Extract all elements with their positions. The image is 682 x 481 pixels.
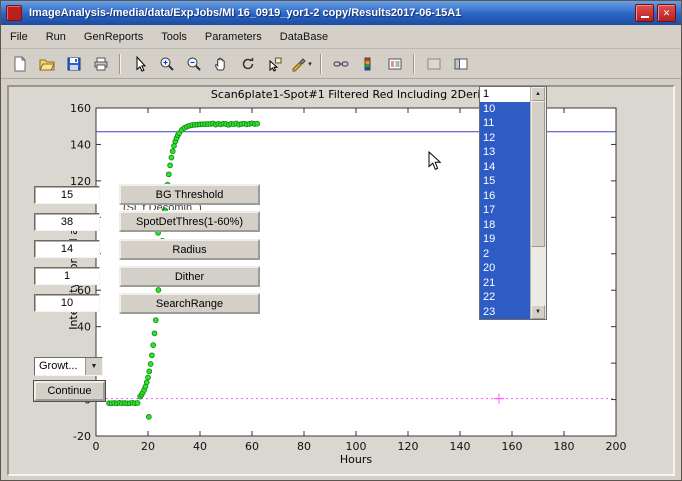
- window-icon: [6, 5, 22, 21]
- radius-input[interactable]: [34, 240, 100, 258]
- menu-bar: FileRunGenReportsToolsParametersDataBase: [1, 25, 681, 49]
- list-item[interactable]: 13: [480, 145, 531, 160]
- spot-number-listbox[interactable]: 110111213141516171819220212223 ▲ ▼: [479, 86, 547, 320]
- list-item[interactable]: 1: [480, 87, 531, 102]
- list-item[interactable]: 2: [480, 247, 531, 262]
- insert-colorbar-icon[interactable]: [355, 52, 380, 76]
- minimize-button[interactable]: [635, 4, 654, 22]
- chevron-down-icon[interactable]: ▼: [85, 358, 102, 375]
- list-item[interactable]: 17: [480, 203, 531, 218]
- insert-legend-icon[interactable]: [382, 52, 407, 76]
- print-icon[interactable]: [88, 52, 113, 76]
- dock-figure-icon[interactable]: [448, 52, 473, 76]
- growth-mode-value: Growt...: [35, 358, 85, 375]
- window-title: ImageAnalysis-/media/data/ExpJobs/MI 16_…: [29, 7, 632, 19]
- list-item[interactable]: 12: [480, 131, 531, 146]
- list-item[interactable]: 19: [480, 232, 531, 247]
- toolbar-separator: [413, 54, 415, 74]
- list-item[interactable]: 11: [480, 116, 531, 131]
- pan-hand-icon[interactable]: [208, 52, 233, 76]
- spotdetthres-button[interactable]: SpotDetThres(1-60%): [119, 211, 260, 232]
- scrollbar-thumb[interactable]: [531, 101, 545, 247]
- menu-item-file[interactable]: File: [1, 27, 37, 47]
- hide-plot-tools-icon[interactable]: [421, 52, 446, 76]
- close-icon: ✕: [663, 9, 671, 18]
- new-document-icon[interactable]: [7, 52, 32, 76]
- menu-item-genreports[interactable]: GenReports: [75, 27, 152, 47]
- searchrange-button[interactable]: SearchRange: [119, 293, 260, 314]
- dither-input[interactable]: [34, 267, 100, 285]
- list-item[interactable]: 18: [480, 218, 531, 233]
- continue-button[interactable]: Continue: [34, 381, 105, 401]
- bg-threshold-input[interactable]: [34, 186, 100, 204]
- listbox-items: 110111213141516171819220212223: [480, 87, 531, 319]
- data-cursor-icon[interactable]: [262, 52, 287, 76]
- open-folder-icon[interactable]: [34, 52, 59, 76]
- growth-mode-dropdown[interactable]: Growt... ▼: [34, 357, 103, 376]
- list-item[interactable]: 23: [480, 305, 531, 320]
- list-item[interactable]: 14: [480, 160, 531, 175]
- spotdetthres-input[interactable]: [34, 213, 100, 231]
- list-item[interactable]: 16: [480, 189, 531, 204]
- list-item[interactable]: 20: [480, 261, 531, 276]
- title-bar[interactable]: ImageAnalysis-/media/data/ExpJobs/MI 16_…: [1, 1, 681, 25]
- menu-item-tools[interactable]: Tools: [152, 27, 196, 47]
- save-icon[interactable]: [61, 52, 86, 76]
- menu-item-run[interactable]: Run: [37, 27, 75, 47]
- list-item[interactable]: 21: [480, 276, 531, 291]
- menu-item-database[interactable]: DataBase: [271, 27, 337, 47]
- scroll-down-icon[interactable]: ▼: [531, 305, 545, 319]
- edit-plot-arrow-icon[interactable]: [127, 52, 152, 76]
- rotate-3d-icon[interactable]: [235, 52, 260, 76]
- zoom-out-icon[interactable]: [181, 52, 206, 76]
- scroll-up-icon[interactable]: ▲: [531, 87, 545, 101]
- list-item[interactable]: 15: [480, 174, 531, 189]
- figure-panel: [7, 85, 675, 476]
- dither-button[interactable]: Dither: [119, 266, 260, 287]
- mouse-cursor: [428, 151, 442, 176]
- listbox-scrollbar[interactable]: ▲ ▼: [530, 87, 546, 319]
- app-window: ImageAnalysis-/media/data/ExpJobs/MI 16_…: [0, 0, 682, 481]
- toolbar: ▾: [1, 49, 681, 79]
- list-item[interactable]: 22: [480, 290, 531, 305]
- zoom-in-icon[interactable]: [154, 52, 179, 76]
- link-plot-icon[interactable]: [328, 52, 353, 76]
- brush-icon[interactable]: ▾: [289, 52, 314, 76]
- menu-item-parameters[interactable]: Parameters: [196, 27, 271, 47]
- close-button[interactable]: ✕: [657, 4, 676, 22]
- brush-caret-icon: ▾: [308, 60, 312, 68]
- toolbar-separator: [320, 54, 322, 74]
- list-item[interactable]: 10: [480, 102, 531, 117]
- toolbar-separator: [119, 54, 121, 74]
- bg-threshold-button[interactable]: BG Threshold: [119, 184, 260, 205]
- minimize-icon: [641, 16, 649, 18]
- searchrange-input[interactable]: [34, 294, 100, 312]
- radius-button[interactable]: Radius: [119, 239, 260, 260]
